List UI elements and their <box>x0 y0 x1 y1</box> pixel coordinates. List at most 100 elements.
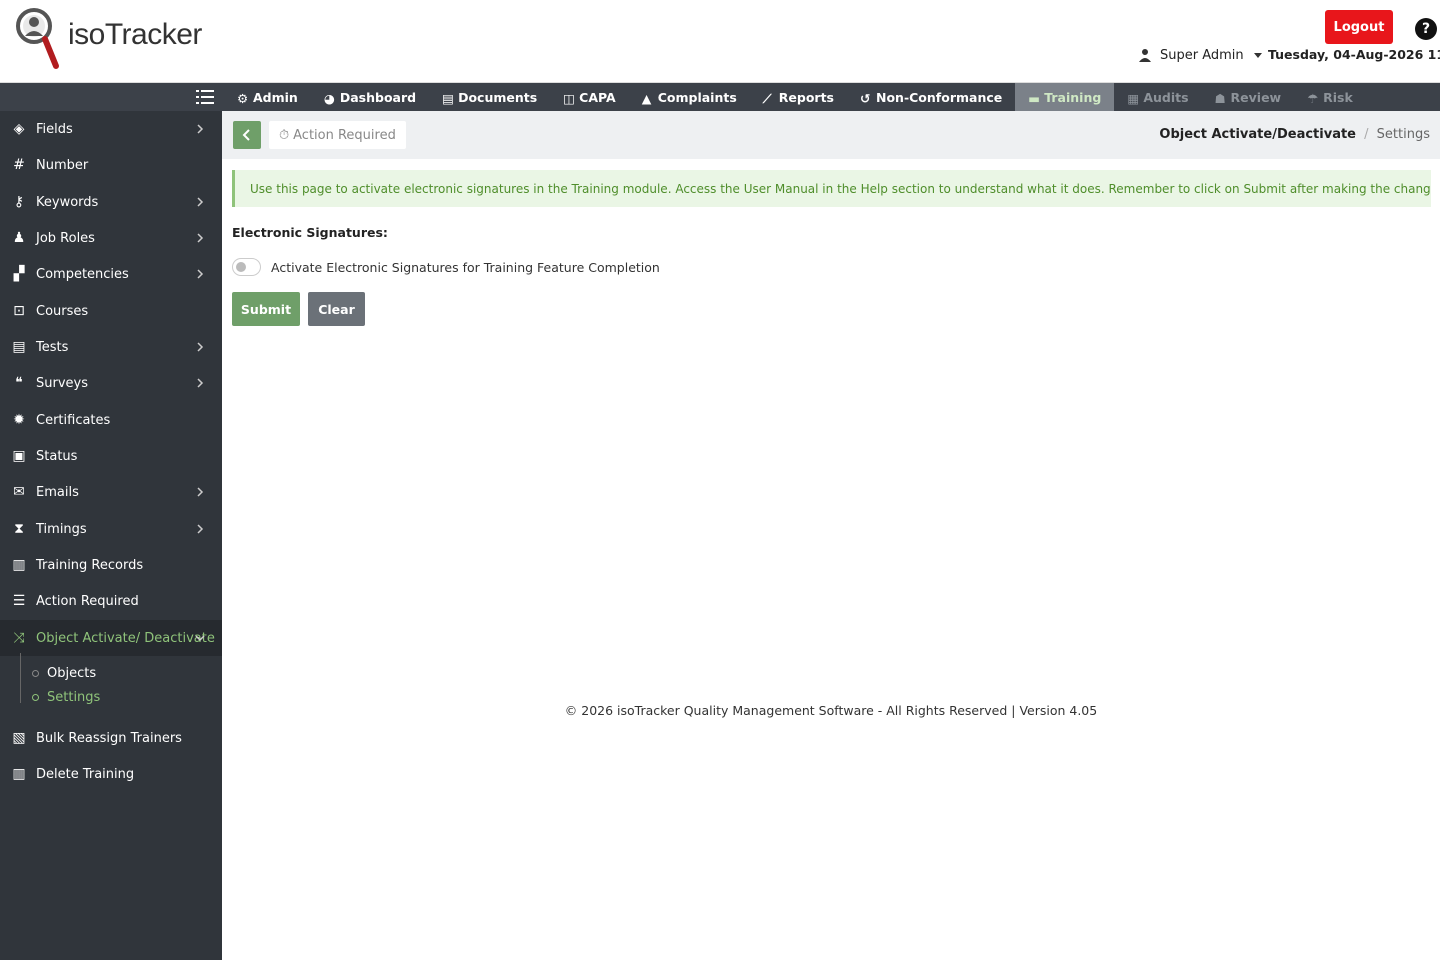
sidebar-item-number[interactable]: # Number <box>0 147 222 183</box>
sidebar-item-fields[interactable]: ◈ Fields <box>0 111 222 147</box>
caret-down-icon <box>1253 52 1262 58</box>
nav-dashboard[interactable]: ◕ Dashboard <box>311 83 429 111</box>
breadcrumb-current: Settings <box>1376 127 1430 142</box>
layers-icon: ◈ <box>13 121 25 137</box>
nav-risk[interactable]: ☂ Risk <box>1294 83 1366 111</box>
capa-icon: ◫ <box>563 91 575 106</box>
e-signature-toggle[interactable] <box>232 258 261 276</box>
nav-reports[interactable]: ⟋ Reports <box>750 83 847 111</box>
chevron-right-icon <box>197 269 204 279</box>
main-content: ⏱ Action Required Object Activate/Deacti… <box>222 111 1440 960</box>
nav-admin[interactable]: ⚙ Admin <box>224 83 311 111</box>
nav-audits[interactable]: ▦ Audits <box>1114 83 1201 111</box>
stopwatch-icon: ⏱ <box>279 127 290 143</box>
document-icon: ▤ <box>442 91 454 106</box>
breadcrumb: Object Activate/Deactivate / Settings <box>1159 127 1430 142</box>
history-icon: ↺ <box>860 91 871 106</box>
shuffle-icon: ⤨ <box>13 630 25 646</box>
section-label: Electronic Signatures: <box>232 225 388 240</box>
menu-toggle-icon[interactable] <box>196 89 214 105</box>
clipboard-icon: ▤ <box>12 339 26 355</box>
sidebar-item-job-roles[interactable]: ♟ Job Roles <box>0 220 222 256</box>
key-icon: ⚷ <box>13 194 25 210</box>
sidebar-item-competencies[interactable]: ▞ Competencies <box>0 256 222 292</box>
user-name: Super Admin <box>1160 47 1244 63</box>
footer: © 2026 isoTracker Quality Management Sof… <box>564 703 1098 718</box>
logo-text: isoTracker <box>68 18 202 51</box>
submit-button[interactable]: Submit <box>232 292 300 326</box>
user-menu[interactable]: Super Admin <box>1138 45 1262 65</box>
info-alert: Use this page to activate electronic sig… <box>232 170 1431 207</box>
top-nav-items: ⚙ Admin ◕ Dashboard ▤ Documents ◫ CAPA ▲… <box>224 83 1366 111</box>
record-icon: ▥ <box>12 557 26 573</box>
back-button[interactable] <box>233 121 261 149</box>
header: isoTracker Logout ? Super Admin Tuesday,… <box>0 0 1440 83</box>
nav-review[interactable]: ☗ Review <box>1202 83 1295 111</box>
sidebar-item-training-records[interactable]: ▥ Training Records <box>0 547 222 583</box>
chevron-left-icon <box>242 129 250 141</box>
chevron-right-icon <box>197 124 204 134</box>
chevron-right-icon <box>197 378 204 388</box>
toggle-knob <box>236 262 246 272</box>
chevron-right-icon <box>197 524 204 534</box>
sidebar-item-action-required[interactable]: ☰ Action Required <box>0 583 222 619</box>
sidebar-item-timings[interactable]: ⧗ Timings <box>0 511 222 547</box>
comments-icon: ❝ <box>15 375 23 391</box>
current-datetime: Tuesday, 04-Aug-2026 11:09 <box>1268 47 1440 62</box>
dashboard-icon: ◕ <box>323 91 335 106</box>
sidebar-item-tests[interactable]: ▤ Tests <box>0 329 222 365</box>
nav-non-conformance[interactable]: ↺ Non-Conformance <box>847 83 1015 111</box>
user-tie-icon: ♟ <box>12 230 26 246</box>
hash-icon: # <box>13 157 25 173</box>
file-user-icon: ▧ <box>12 730 26 746</box>
chevron-right-icon <box>197 197 204 207</box>
toolbar: ⏱ Action Required Object Activate/Deacti… <box>222 111 1440 159</box>
nav-documents[interactable]: ▤ Documents <box>429 83 550 111</box>
sidebar-item-delete-training[interactable]: ▥ Delete Training <box>0 756 222 792</box>
sidebar-item-bulk-reassign-trainers[interactable]: ▧ Bulk Reassign Trainers <box>0 720 222 756</box>
envelope-icon: ✉ <box>13 484 25 500</box>
logout-button[interactable]: Logout <box>1325 10 1393 44</box>
gear-icon: ⚙ <box>237 91 249 106</box>
magnifier-logo-icon <box>16 8 59 69</box>
nav-complaints[interactable]: ▲ Complaints <box>629 83 750 111</box>
nav-training[interactable]: ▬ Training <box>1015 83 1115 111</box>
chevron-right-icon <box>197 233 204 243</box>
nav-capa[interactable]: ◫ CAPA <box>550 83 629 111</box>
clear-button[interactable]: Clear <box>308 292 365 326</box>
hourglass-icon: ⧗ <box>14 521 24 537</box>
sidebar-item-certificates[interactable]: ✹ Certificates <box>0 402 222 438</box>
sidebar-item-courses[interactable]: ⊡ Courses <box>0 293 222 329</box>
circle-icon <box>32 693 39 701</box>
list-icon: ▦ <box>1127 91 1140 106</box>
boxes-icon: ▞ <box>13 266 25 282</box>
sidebar-subitem-objects[interactable]: Objects <box>0 661 222 685</box>
sidebar-item-surveys[interactable]: ❝ Surveys <box>0 365 222 401</box>
graduation-icon: ▬ <box>1028 91 1041 106</box>
top-navbar: ⚙ Admin ◕ Dashboard ▤ Documents ◫ CAPA ▲… <box>0 83 1440 111</box>
calendar-check-icon: ▣ <box>12 448 26 464</box>
chevron-right-icon <box>197 342 204 352</box>
user-icon <box>1139 49 1151 62</box>
e-signature-toggle-label[interactable]: Activate Electronic Signatures for Train… <box>271 260 660 275</box>
chalkboard-icon: ⊡ <box>13 303 25 319</box>
sidebar-item-object-activate-deactivate[interactable]: ⤨ Object Activate/ Deactivate <box>0 620 222 656</box>
users-icon: ☗ <box>1214 91 1226 106</box>
chevron-right-icon <box>197 487 204 497</box>
warning-icon: ▲ <box>641 91 652 106</box>
sidebar-subitem-settings[interactable]: Settings <box>0 685 222 709</box>
circle-icon <box>32 669 39 677</box>
help-icon[interactable]: ? <box>1415 18 1437 40</box>
chart-icon: ⟋ <box>762 91 772 106</box>
sidebar-item-keywords[interactable]: ⚷ Keywords <box>0 184 222 220</box>
sidebar-item-emails[interactable]: ✉ Emails <box>0 474 222 510</box>
chevron-down-icon <box>195 635 205 642</box>
sidebar-item-status[interactable]: ▣ Status <box>0 438 222 474</box>
trash-icon: ▥ <box>12 766 26 782</box>
breadcrumb-separator: / <box>1364 127 1369 142</box>
breadcrumb-parent[interactable]: Object Activate/Deactivate <box>1159 127 1356 142</box>
tasks-icon: ☰ <box>12 593 26 609</box>
action-required-button[interactable]: ⏱ Action Required <box>269 121 406 149</box>
logo[interactable]: isoTracker <box>16 6 202 74</box>
certificate-icon: ✹ <box>13 412 25 428</box>
